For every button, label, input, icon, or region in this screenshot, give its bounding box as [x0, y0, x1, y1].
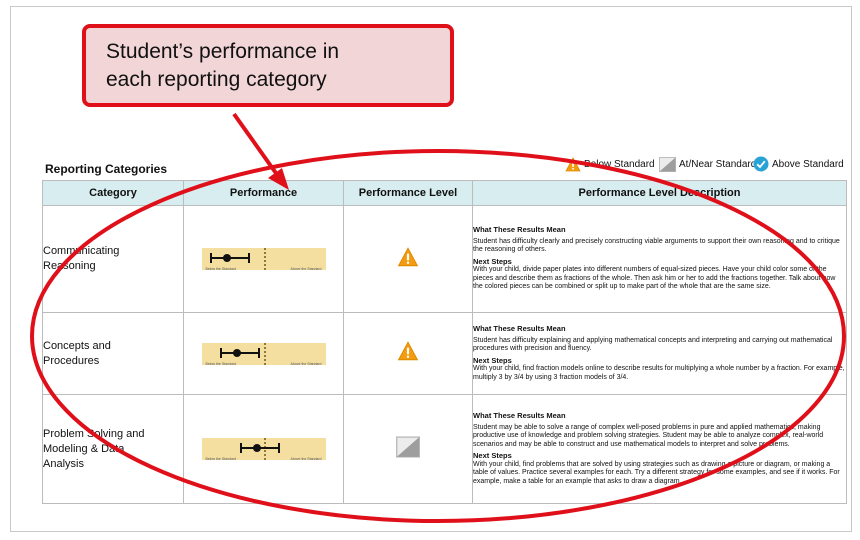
annotation-callout: Student’s performance in each reporting …: [82, 24, 454, 107]
bar-low-label: Below the Standard: [205, 457, 237, 461]
error-bar-cap-right: [277, 443, 280, 453]
bar-high-label: Above the Standard: [290, 267, 322, 271]
performance-cell: Below the Standard Above the Standard: [183, 205, 344, 313]
standard-cutoff-line: [263, 438, 266, 460]
performance-cell: Below the Standard Above the Standard: [183, 312, 344, 395]
error-bar-cap-left: [219, 347, 222, 358]
next-steps-text: With your child, divide paper plates int…: [473, 266, 836, 291]
table-header-row: Category Performance Performance Level P…: [42, 180, 847, 206]
warning-triangle-icon: [397, 341, 419, 361]
error-bar-cap-right: [247, 253, 250, 263]
header-performance: Performance: [183, 180, 344, 206]
category-name: Modeling & Data: [43, 442, 125, 455]
category-cell: Communicating Reasoning: [42, 205, 184, 313]
bar-high-label: Above the Standard: [290, 361, 322, 366]
table-row: Problem Solving and Modeling & Data Anal…: [42, 394, 847, 504]
table-row: Communicating Reasoning Below the Standa…: [42, 205, 847, 313]
results-heading: What These Results Mean: [473, 411, 566, 420]
header-category: Category: [42, 180, 184, 206]
category-cell: Problem Solving and Modeling & Data Anal…: [42, 394, 184, 504]
check-circle-icon: [753, 156, 769, 172]
performance-bar: Below the Standard Above the Standard: [201, 438, 326, 461]
standard-cutoff-line: [263, 248, 266, 270]
warning-triangle-icon: [565, 156, 581, 171]
gray-split-square-icon: [396, 435, 420, 458]
results-heading: What These Results Mean: [473, 324, 566, 333]
error-bar-cap-left: [239, 443, 242, 453]
category-cell: Concepts and Procedures: [42, 312, 184, 395]
warning-triangle-icon: [397, 246, 419, 266]
next-steps-text: With your child, find fraction models on…: [473, 365, 845, 381]
header-performance-level: Performance Level: [343, 180, 473, 206]
next-steps-heading: Next Steps: [473, 355, 512, 365]
callout-line-2: each reporting category: [106, 68, 327, 91]
performance-bar: Below the Standard Above the Standard: [201, 248, 326, 271]
legend-label-above: Above Standard: [772, 158, 844, 170]
category-name: Analysis: [43, 457, 84, 470]
gray-split-square-icon: [659, 156, 676, 172]
score-marker: [232, 348, 241, 357]
category-name: Reasoning: [43, 260, 96, 272]
error-bar-cap-left: [209, 253, 212, 263]
error-bar-cap-right: [257, 347, 260, 358]
reporting-categories-table: Category Performance Performance Level P…: [42, 180, 847, 504]
performance-level-cell: [343, 312, 473, 395]
description-cell: What These Results Mean Student has diff…: [472, 312, 847, 395]
category-name: Communicating: [43, 245, 120, 257]
legend-item-near: At/Near Standard: [659, 155, 756, 173]
bar-high-label: Above the Standard: [290, 457, 322, 461]
legend-item-above: Above Standard: [753, 155, 844, 173]
category-name: Concepts and: [43, 339, 111, 352]
section-title: Reporting Categories: [45, 162, 168, 176]
next-steps-heading: Next Steps: [473, 256, 512, 266]
bar-low-label: Below the Standard: [205, 267, 237, 271]
legend-label-below: Below Standard: [584, 158, 655, 170]
legend-label-near: At/Near Standard: [679, 158, 757, 170]
category-name: Problem Solving and: [43, 427, 145, 440]
standard-cutoff-line: [263, 342, 266, 365]
description-cell: What These Results Mean Student has diff…: [472, 205, 847, 313]
description-cell: What These Results Mean Student may be a…: [472, 394, 847, 504]
legend-item-below: Below Standard: [565, 155, 655, 173]
results-heading: What These Results Mean: [473, 225, 566, 235]
legend: Below Standard At/Near Standard Above St…: [565, 155, 850, 173]
score-marker: [252, 444, 261, 452]
callout-line-1: Student’s performance in: [106, 40, 340, 63]
bar-low-label: Below the Standard: [205, 361, 237, 366]
results-text: Student has difficulty clearly and preci…: [473, 237, 840, 254]
performance-level-cell: [343, 205, 473, 313]
next-steps-heading: Next Steps: [473, 451, 512, 460]
performance-level-cell: [343, 394, 473, 504]
table-row: Concepts and Procedures Below the Standa…: [42, 312, 847, 395]
category-name: Procedures: [43, 354, 100, 367]
next-steps-text: With your child, find problems that are …: [473, 460, 840, 485]
score-marker: [222, 254, 231, 262]
results-text: Student may be able to solve a range of …: [473, 423, 824, 448]
header-level-description: Performance Level Description: [472, 180, 847, 206]
performance-cell: Below the Standard Above the Standard: [183, 394, 344, 504]
performance-bar: Below the Standard Above the Standard: [201, 342, 326, 366]
results-text: Student has difficulty explaining and ap…: [473, 336, 833, 353]
